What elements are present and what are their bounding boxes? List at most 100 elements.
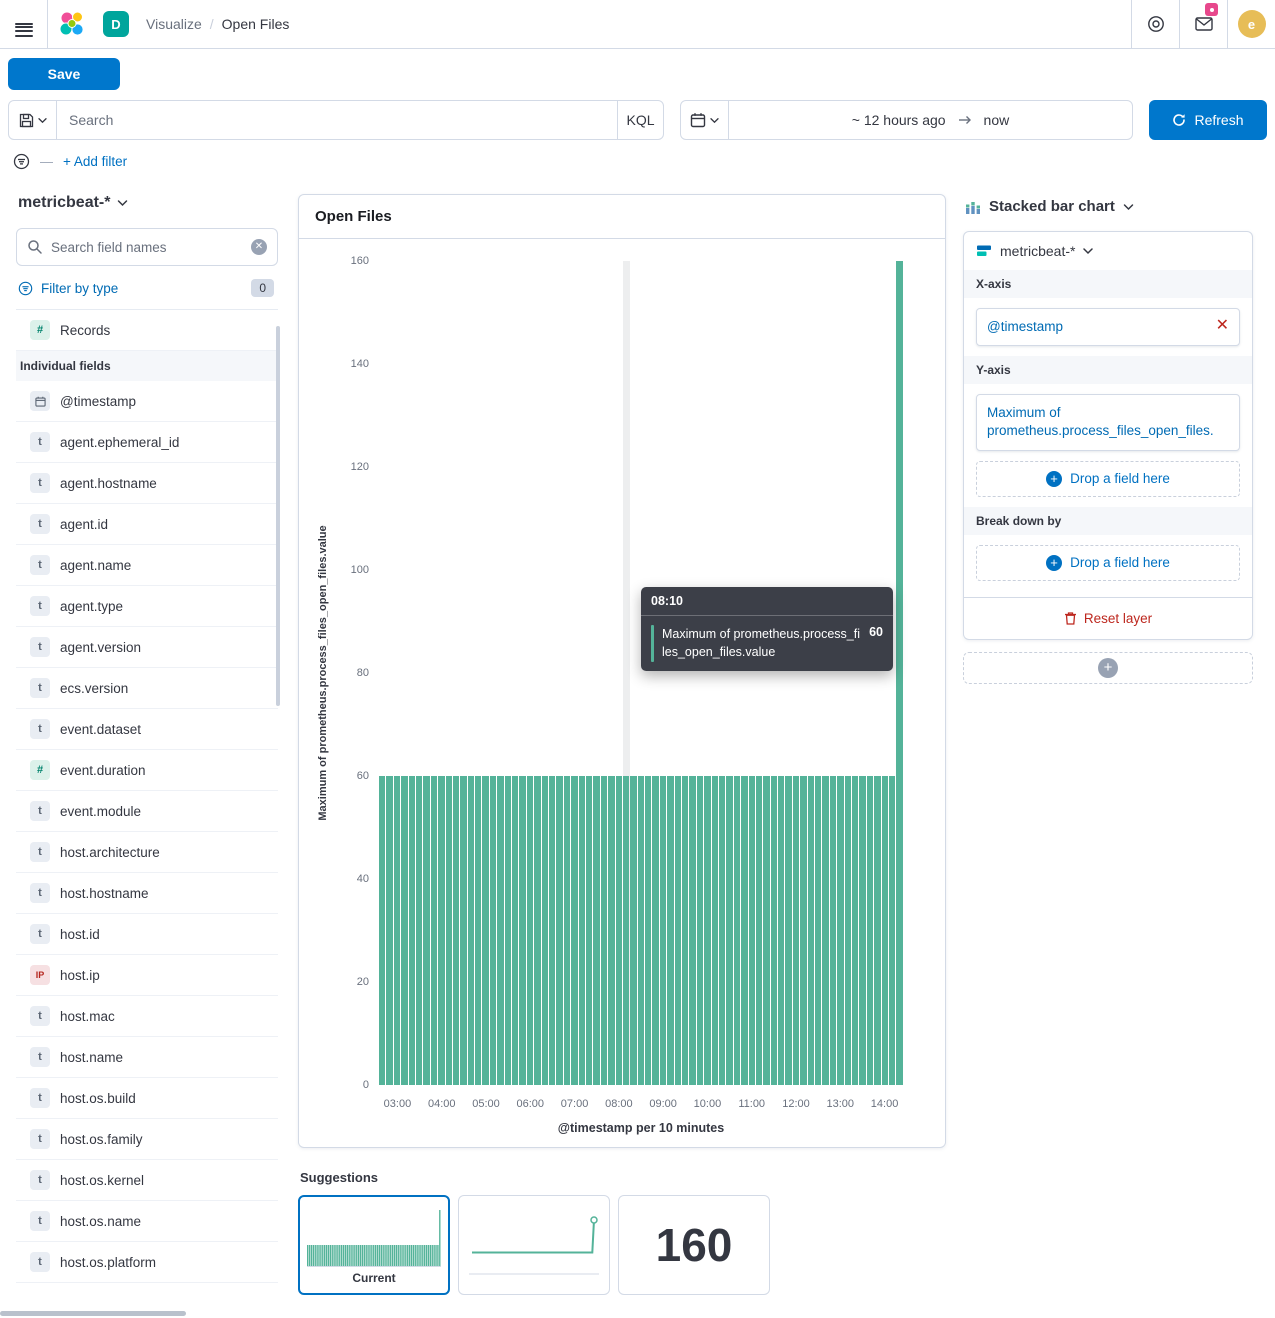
filter-by-type[interactable]: Filter by type 0 xyxy=(16,266,278,309)
sidebar-scrollbar[interactable] xyxy=(276,326,280,706)
arrow-right-icon xyxy=(958,115,972,125)
chart-tooltip: 08:10 Maximum of prometheus.process_file… xyxy=(641,587,893,670)
date-quick-menu-button[interactable] xyxy=(681,101,729,139)
field-row[interactable]: thost.os.platform xyxy=(16,1242,278,1283)
elastic-logo[interactable] xyxy=(48,0,96,48)
field-list-container: # Records Individual fields @timestampta… xyxy=(16,309,278,1283)
query-language-button[interactable]: KQL xyxy=(617,101,663,139)
x-tick-label: 08:00 xyxy=(605,1098,633,1110)
bars xyxy=(379,261,903,1085)
records-field-row[interactable]: # Records xyxy=(16,310,278,351)
x-tick-label: 07:00 xyxy=(561,1098,589,1110)
save-button[interactable]: Save xyxy=(8,58,120,90)
x-dimension-pill[interactable]: @timestamp ✕ xyxy=(976,308,1240,346)
bar xyxy=(815,776,821,1085)
field-name: @timestamp xyxy=(60,394,136,409)
field-row[interactable]: tagent.type xyxy=(16,586,278,627)
refresh-button[interactable]: Refresh xyxy=(1149,100,1267,140)
field-row[interactable]: tevent.module xyxy=(16,791,278,832)
field-row[interactable]: thost.os.kernel xyxy=(16,1160,278,1201)
field-row[interactable]: tagent.hostname xyxy=(16,463,278,504)
field-name: host.os.kernel xyxy=(60,1173,144,1188)
field-row[interactable]: thost.os.name xyxy=(16,1201,278,1242)
field-row[interactable]: thost.architecture xyxy=(16,832,278,873)
bar xyxy=(460,776,466,1085)
field-row[interactable]: @timestamp xyxy=(16,381,278,422)
field-row[interactable]: tagent.id xyxy=(16,504,278,545)
bar xyxy=(882,776,888,1085)
text-field-icon: t xyxy=(30,432,50,452)
field-row[interactable]: thost.id xyxy=(16,914,278,955)
field-name: agent.hostname xyxy=(60,476,157,491)
nav-right: e xyxy=(1131,0,1275,48)
add-filter-link[interactable]: + Add filter xyxy=(63,154,127,169)
field-row[interactable]: tecs.version xyxy=(16,668,278,709)
text-field-icon: t xyxy=(30,801,50,821)
plot-area: 08:10 Maximum of prometheus.process_file… xyxy=(379,261,903,1085)
x-tick-label: 13:00 xyxy=(827,1098,855,1110)
bar xyxy=(394,776,400,1085)
remove-dimension-icon[interactable]: ✕ xyxy=(1216,318,1229,334)
chart-panel: Open Files Maximum of prometheus.process… xyxy=(298,194,946,1148)
text-field-icon: t xyxy=(30,1088,50,1108)
field-name: event.duration xyxy=(60,763,146,778)
bar xyxy=(623,776,629,1085)
menu-icon[interactable] xyxy=(0,0,48,48)
bar xyxy=(889,776,895,1085)
suggestion-line-chart[interactable] xyxy=(458,1195,610,1295)
field-search-input[interactable] xyxy=(51,240,243,255)
y-axis-drop-zone[interactable]: + Drop a field here xyxy=(976,461,1240,497)
tooltip-series-label: Maximum of prometheus.process_files_open… xyxy=(662,625,861,661)
reset-layer-button[interactable]: Reset layer xyxy=(964,597,1252,639)
chevron-down-icon xyxy=(117,199,128,207)
newsfeed-button[interactable] xyxy=(1179,0,1227,48)
bar xyxy=(704,776,710,1085)
field-row[interactable]: tevent.dataset xyxy=(16,709,278,750)
number-field-icon: # xyxy=(30,320,50,340)
chart-type-switcher[interactable]: Stacked bar chart xyxy=(963,194,1253,231)
x-tick-label: 06:00 xyxy=(517,1098,545,1110)
add-layer-button[interactable]: + xyxy=(1098,658,1118,678)
field-row[interactable]: tagent.ephemeral_id xyxy=(16,422,278,463)
filter-options-button[interactable] xyxy=(13,153,30,170)
bar xyxy=(564,776,570,1085)
y-dimension-pill[interactable]: Maximum of prometheus.process_files_open… xyxy=(976,394,1240,450)
field-row[interactable]: thost.os.build xyxy=(16,1078,278,1119)
breakdown-drop-zone[interactable]: + Drop a field here xyxy=(976,545,1240,581)
bar xyxy=(645,776,651,1085)
field-row[interactable]: thost.os.family xyxy=(16,1119,278,1160)
space-badge: D xyxy=(103,11,129,37)
layer-index-pattern[interactable]: metricbeat-* xyxy=(964,232,1252,270)
field-row[interactable]: tagent.name xyxy=(16,545,278,586)
user-menu[interactable]: e xyxy=(1227,0,1275,48)
index-pattern-switcher[interactable]: metricbeat-* xyxy=(16,194,278,228)
field-row[interactable]: thost.name xyxy=(16,1037,278,1078)
help-button[interactable] xyxy=(1131,0,1179,48)
field-row[interactable]: thost.mac xyxy=(16,996,278,1037)
search-input[interactable] xyxy=(57,101,617,139)
clear-search-button[interactable]: ✕ xyxy=(251,239,267,255)
bar xyxy=(741,776,747,1085)
add-layer-area: + xyxy=(963,652,1253,684)
field-row[interactable]: tagent.version xyxy=(16,627,278,668)
text-field-icon: t xyxy=(30,596,50,616)
field-row[interactable]: #event.duration xyxy=(16,750,278,791)
space-selector[interactable]: D xyxy=(96,0,136,48)
field-row[interactable]: IPhost.ip xyxy=(16,955,278,996)
breadcrumb-visualize[interactable]: Visualize xyxy=(146,16,202,32)
horizontal-scrollbar[interactable] xyxy=(0,1311,186,1316)
save-row: Save xyxy=(0,49,1275,96)
date-range[interactable]: ~ 12 hours ago now xyxy=(729,101,1132,139)
bar xyxy=(874,776,880,1085)
date-range-end[interactable]: now xyxy=(984,112,1010,128)
suggestion-metric[interactable]: 160 xyxy=(618,1195,770,1295)
saved-query-menu-button[interactable] xyxy=(9,101,57,139)
tooltip-body: Maximum of prometheus.process_files_open… xyxy=(641,616,893,670)
y-tick-label: 120 xyxy=(351,461,369,473)
top-nav: D Visualize / Open Files e xyxy=(0,0,1275,49)
field-row[interactable]: thost.hostname xyxy=(16,873,278,914)
date-range-start[interactable]: ~ 12 hours ago xyxy=(852,112,946,128)
date-field-icon xyxy=(30,391,50,411)
suggestion-current[interactable]: Current xyxy=(298,1195,450,1295)
filter-icon xyxy=(18,281,33,296)
